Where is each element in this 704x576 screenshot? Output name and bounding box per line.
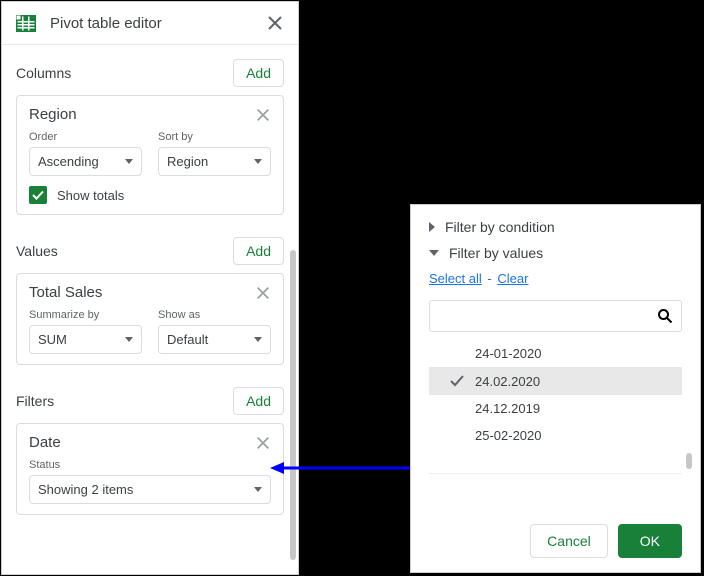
- columns-section: Columns Add Region Order Ascending Sort …: [2, 45, 298, 215]
- caret-down-icon: [125, 337, 133, 342]
- summarize-value: SUM: [38, 332, 67, 347]
- cancel-button[interactable]: Cancel: [530, 524, 608, 558]
- filter-by-values-row[interactable]: Filter by values: [429, 245, 682, 261]
- value-card-name: Total Sales: [29, 284, 102, 301]
- showas-dropdown[interactable]: Default: [158, 325, 271, 354]
- column-card-name: Region: [29, 106, 77, 123]
- select-links: Select all - Clear: [429, 271, 682, 286]
- values-title: Values: [16, 243, 58, 259]
- search-input[interactable]: [438, 309, 657, 324]
- list-item[interactable]: 24.12.2019: [429, 395, 682, 422]
- close-icon[interactable]: [266, 14, 284, 32]
- search-box[interactable]: [429, 300, 682, 332]
- sortby-dropdown[interactable]: Region: [158, 147, 271, 176]
- ok-button[interactable]: OK: [618, 524, 682, 558]
- sortby-value: Region: [167, 154, 208, 169]
- order-label: Order: [29, 131, 142, 143]
- remove-column-icon[interactable]: [255, 107, 271, 123]
- show-totals-checkbox[interactable]: [29, 186, 47, 204]
- scrollbar[interactable]: [290, 250, 296, 560]
- summarize-dropdown[interactable]: SUM: [29, 325, 142, 354]
- add-filter-button[interactable]: Add: [233, 387, 284, 415]
- column-card-region: Region Order Ascending Sort by Region: [16, 95, 284, 215]
- caret-down-icon: [254, 159, 262, 164]
- filter-by-condition-row[interactable]: Filter by condition: [429, 219, 682, 235]
- search-icon: [657, 308, 673, 324]
- filter-condition-label: Filter by condition: [445, 219, 555, 235]
- pivot-editor-panel: Pivot table editor Columns Add Region Or…: [1, 1, 299, 575]
- showas-value: Default: [167, 332, 208, 347]
- add-column-button[interactable]: Add: [233, 59, 284, 87]
- order-dropdown[interactable]: Ascending: [29, 147, 142, 176]
- status-value: Showing 2 items: [38, 482, 133, 497]
- filters-section: Filters Add Date Status Showing 2 items: [2, 373, 298, 515]
- triangle-down-icon: [429, 250, 439, 256]
- list-item[interactable]: 24.02.2020: [429, 367, 682, 395]
- show-totals-label: Show totals: [57, 188, 124, 203]
- remove-value-icon[interactable]: [255, 285, 271, 301]
- scrollbar[interactable]: [686, 453, 692, 469]
- list-item[interactable]: 25-02-2020: [429, 422, 682, 449]
- checkmark-icon: [31, 188, 45, 202]
- clear-link[interactable]: Clear: [497, 271, 528, 286]
- triangle-right-icon: [429, 222, 435, 232]
- order-value: Ascending: [38, 154, 99, 169]
- filter-card-name: Date: [29, 434, 61, 451]
- divider: [429, 473, 682, 474]
- status-dropdown[interactable]: Showing 2 items: [29, 475, 271, 504]
- select-all-link[interactable]: Select all: [429, 271, 482, 286]
- annotation-arrow: [270, 458, 420, 478]
- value-list: 24-01-2020 24.02.2020 24.12.2019 25-02-2…: [429, 340, 682, 449]
- columns-title: Columns: [16, 65, 71, 81]
- add-value-button[interactable]: Add: [233, 237, 284, 265]
- value-card-totalsales: Total Sales Summarize by SUM Show as Def…: [16, 273, 284, 365]
- filters-title: Filters: [16, 393, 54, 409]
- values-section: Values Add Total Sales Summarize by SUM …: [2, 223, 298, 365]
- checkmark-icon: [449, 373, 465, 389]
- summarize-label: Summarize by: [29, 309, 142, 321]
- pivot-table-icon: [16, 15, 36, 32]
- caret-down-icon: [254, 337, 262, 342]
- filter-values-label: Filter by values: [449, 245, 543, 261]
- sortby-label: Sort by: [158, 131, 271, 143]
- caret-down-icon: [254, 487, 262, 492]
- list-item[interactable]: 24-01-2020: [429, 340, 682, 367]
- panel-title: Pivot table editor: [50, 15, 266, 32]
- remove-filter-icon[interactable]: [255, 435, 271, 451]
- caret-down-icon: [125, 159, 133, 164]
- showas-label: Show as: [158, 309, 271, 321]
- filter-card-date: Date Status Showing 2 items: [16, 423, 284, 515]
- filter-values-popup: Filter by condition Filter by values Sel…: [410, 204, 701, 573]
- panel-header: Pivot table editor: [2, 2, 298, 45]
- status-label: Status: [29, 459, 271, 471]
